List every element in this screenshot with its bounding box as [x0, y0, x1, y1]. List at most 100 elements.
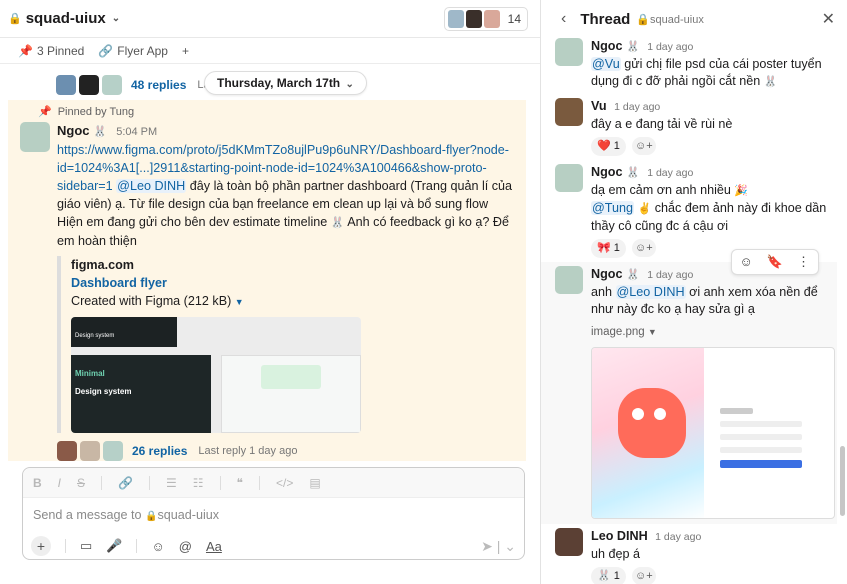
bold-button[interactable]: B: [33, 476, 42, 490]
bullet-list-icon[interactable]: ☷: [193, 476, 204, 490]
sender-name[interactable]: Ngoc: [591, 165, 622, 179]
divider: [219, 475, 221, 490]
thread-title: Thread: [580, 10, 631, 28]
add-reaction-icon[interactable]: ☺+: [631, 239, 656, 257]
reaction-emoji: ❤️: [597, 140, 611, 152]
microphone-icon[interactable]: 🎤: [106, 538, 122, 554]
replier-avatar: [57, 441, 77, 461]
unfurl-site: figma.com: [71, 258, 134, 272]
avatar[interactable]: [555, 98, 583, 126]
form-line: [720, 408, 753, 414]
mention[interactable]: @Tung: [591, 201, 635, 215]
avatar[interactable]: [555, 266, 583, 294]
chevron-down-icon: ⌄: [345, 79, 354, 90]
attachment-image[interactable]: [591, 347, 835, 519]
message: Ngoc 🐰 5:04 PM https://www.figma.com/pro…: [8, 118, 526, 461]
link-icon[interactable]: 🔗: [118, 476, 133, 490]
attachment-name[interactable]: image.png ▼: [591, 324, 835, 341]
avatar[interactable]: [555, 164, 583, 192]
close-icon[interactable]: ✕: [822, 9, 835, 29]
timestamp[interactable]: 5:04 PM: [116, 126, 157, 138]
avatar[interactable]: [20, 122, 50, 152]
reaction-pill[interactable]: ❤️ 1: [591, 137, 626, 156]
code-block-icon[interactable]: ▤: [309, 476, 320, 490]
preview-title-2: Design system: [75, 387, 132, 396]
plus-icon[interactable]: +: [31, 536, 51, 556]
more-actions-icon[interactable]: ⋮: [797, 254, 810, 270]
message-text: đây a e đang tải về rùi nè: [591, 117, 733, 131]
avatar[interactable]: [555, 528, 583, 556]
channel-title-button[interactable]: 🔒 squad-uiux ⌄: [8, 10, 120, 27]
thread-replies-row[interactable]: 26 replies Last reply 1 day ago: [57, 441, 516, 461]
replies-link[interactable]: 48 replies: [131, 78, 186, 92]
thread-channel[interactable]: 🔒squad-uiux: [636, 13, 704, 26]
text: gửi chị file psd của cái poster tuyển dụ…: [591, 57, 822, 88]
status-emoji-icon: 🐰: [93, 126, 107, 138]
form-button: [720, 460, 802, 468]
sender-name[interactable]: Leo DINH: [591, 529, 648, 543]
thread-channel-name: squad-uiux: [650, 13, 704, 26]
mention[interactable]: @Leo DINH: [116, 179, 187, 193]
mention-icon[interactable]: @: [179, 539, 192, 554]
mascot-eye: [632, 408, 644, 420]
timestamp[interactable]: 1 day ago: [647, 269, 693, 281]
italic-button[interactable]: I: [58, 476, 61, 490]
flyer-app-bookmark[interactable]: 🔗 Flyer App: [98, 44, 168, 58]
strikethrough-button[interactable]: S: [77, 476, 85, 490]
divider: [65, 539, 66, 553]
blockquote-icon[interactable]: ❝: [237, 476, 243, 490]
mention[interactable]: @Leo DINH: [615, 285, 686, 299]
thread-scrollbar[interactable]: [840, 446, 845, 516]
pinned-indicator: 📌 Pinned by Tung: [8, 100, 526, 119]
preview-tile: Design system: [71, 317, 177, 347]
pin-icon: 📌: [18, 43, 33, 58]
reaction-emoji: 🐰: [597, 570, 611, 582]
send-icon[interactable]: ➤ | ⌄: [481, 538, 516, 555]
add-reaction-icon[interactable]: ☺+: [631, 567, 656, 584]
placeholder-text: Send a message to: [33, 508, 142, 522]
unfurl-title[interactable]: Dashboard flyer: [71, 274, 516, 292]
date-divider-button[interactable]: Thursday, March 17th ⌄: [204, 71, 367, 95]
pinned-bookmark[interactable]: 📌 3 Pinned: [18, 44, 84, 58]
reaction-pill[interactable]: 🐰 1: [591, 567, 626, 584]
reaction-pill[interactable]: 🎀 1: [591, 239, 626, 258]
mascot-eye: [654, 408, 666, 420]
channel-pane: 🔒 squad-uiux ⌄ 14 📌 3 Pinned 🔗 Flyer App +…: [0, 0, 541, 584]
emoji-icon[interactable]: ☺: [151, 539, 164, 554]
bookmark-icon[interactable]: 🔖: [767, 254, 783, 270]
back-chevron-icon[interactable]: ‹: [561, 10, 566, 28]
replies-link[interactable]: 26 replies: [132, 442, 187, 460]
add-reaction-icon[interactable]: ☺: [740, 254, 753, 270]
avatar[interactable]: [555, 38, 583, 66]
timestamp[interactable]: 1 day ago: [614, 101, 660, 113]
divider: [148, 475, 150, 490]
link-unfurl: figma.com Dashboard flyer Created with F…: [57, 256, 516, 433]
sender-name[interactable]: Vu: [591, 99, 607, 113]
replier-avatar: [102, 75, 122, 95]
divider: [101, 475, 103, 490]
unfurl-preview-image[interactable]: Design system Minimal Design system: [71, 317, 361, 433]
sender-name[interactable]: Ngoc: [591, 39, 622, 53]
preview-small-text: Design system: [75, 333, 115, 339]
form-line: [720, 421, 802, 427]
video-icon[interactable]: ▭: [80, 538, 92, 554]
sender-name[interactable]: Ngoc: [591, 267, 622, 281]
ordered-list-icon[interactable]: ☰: [166, 476, 177, 490]
members-button[interactable]: 14: [443, 6, 528, 31]
unfurl-desc[interactable]: Created with Figma (212 kB) ▼: [71, 292, 516, 311]
timestamp[interactable]: 1 day ago: [655, 531, 701, 543]
form-line: [720, 447, 802, 453]
add-bookmark-button[interactable]: +: [182, 44, 189, 58]
login-form-mock: [720, 408, 802, 468]
bookmarks-bar: 📌 3 Pinned 🔗 Flyer App +: [0, 38, 540, 64]
sender-name[interactable]: Ngoc: [57, 123, 90, 138]
message-input[interactable]: Send a message to 🔒squad-uiux: [23, 498, 524, 532]
timestamp[interactable]: 1 day ago: [647, 41, 693, 53]
mention[interactable]: @Vu: [591, 57, 621, 71]
member-avatar: [465, 9, 482, 28]
text-format-button[interactable]: Aa: [206, 539, 222, 554]
add-reaction-icon[interactable]: ☺+: [631, 137, 656, 155]
code-icon[interactable]: </>: [276, 476, 293, 490]
lock-icon: 🔒: [8, 13, 22, 25]
timestamp[interactable]: 1 day ago: [647, 167, 693, 179]
